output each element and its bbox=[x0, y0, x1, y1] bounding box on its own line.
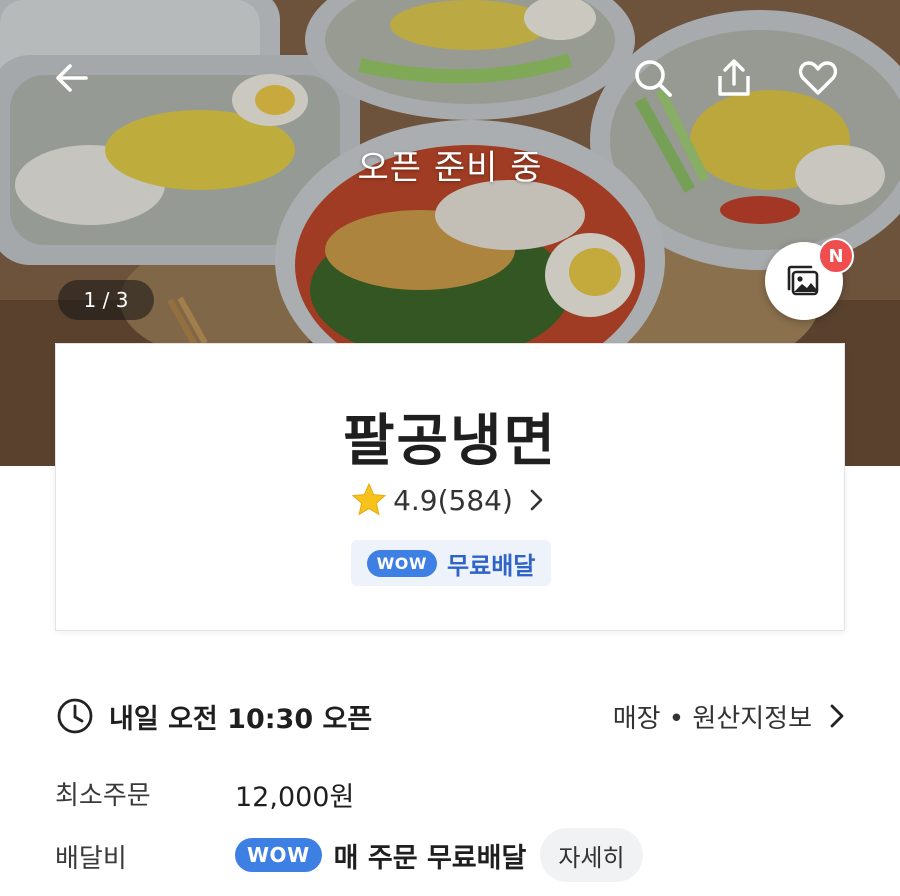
chevron-right-icon bbox=[530, 489, 543, 511]
store-origin-info-link[interactable]: 매장 • 원산지정보 bbox=[613, 694, 852, 738]
wow-badge: WOW bbox=[366, 549, 438, 577]
back-button[interactable] bbox=[46, 52, 98, 104]
min-order-value: 12,000원 bbox=[235, 782, 355, 813]
clock-icon bbox=[57, 698, 93, 734]
open-status-text: 오픈 준비 중 bbox=[357, 148, 543, 188]
store-origin-info-label: 매장 • 원산지정보 bbox=[612, 703, 812, 734]
delivery-fee-row: WOW 매 주문 무료배달 자세히 bbox=[235, 828, 643, 882]
delivery-detail-button[interactable]: 자세히 bbox=[540, 828, 643, 882]
open-time-row: 내일 오전 10:30 오픈 bbox=[55, 694, 372, 738]
delivery-fee-label: 배달비 bbox=[55, 844, 127, 874]
min-order-label: 최소주문 bbox=[55, 781, 151, 811]
rating-text: 4.9(584) bbox=[393, 483, 513, 517]
photo-gallery-icon bbox=[787, 265, 819, 296]
search-icon bbox=[635, 60, 672, 97]
arrow-left-icon bbox=[56, 64, 88, 92]
share-button[interactable] bbox=[708, 52, 760, 104]
chevron-right-icon bbox=[830, 704, 844, 728]
star-icon bbox=[351, 482, 387, 516]
store-name: 팔공냉면 bbox=[342, 409, 558, 474]
photo-counter: 1 / 3 bbox=[58, 280, 154, 320]
wow-badge: WOW bbox=[235, 838, 322, 872]
new-badge: N bbox=[818, 238, 854, 274]
delivery-fee-value: 매 주문 무료배달 bbox=[333, 842, 527, 874]
search-button[interactable] bbox=[627, 52, 679, 104]
heart-icon bbox=[798, 61, 838, 95]
free-delivery-label: 무료배달 bbox=[447, 551, 536, 580]
store-card: 팔공냉면 4.9(584) WOW 무료배달 bbox=[55, 343, 845, 631]
share-icon bbox=[718, 59, 750, 96]
favorite-button[interactable] bbox=[792, 52, 844, 104]
wow-free-delivery-tag: WOW 무료배달 bbox=[351, 540, 551, 586]
open-time-text: 내일 오전 10:30 오픈 bbox=[109, 703, 373, 735]
rating-link[interactable]: 4.9(584) bbox=[56, 482, 844, 518]
